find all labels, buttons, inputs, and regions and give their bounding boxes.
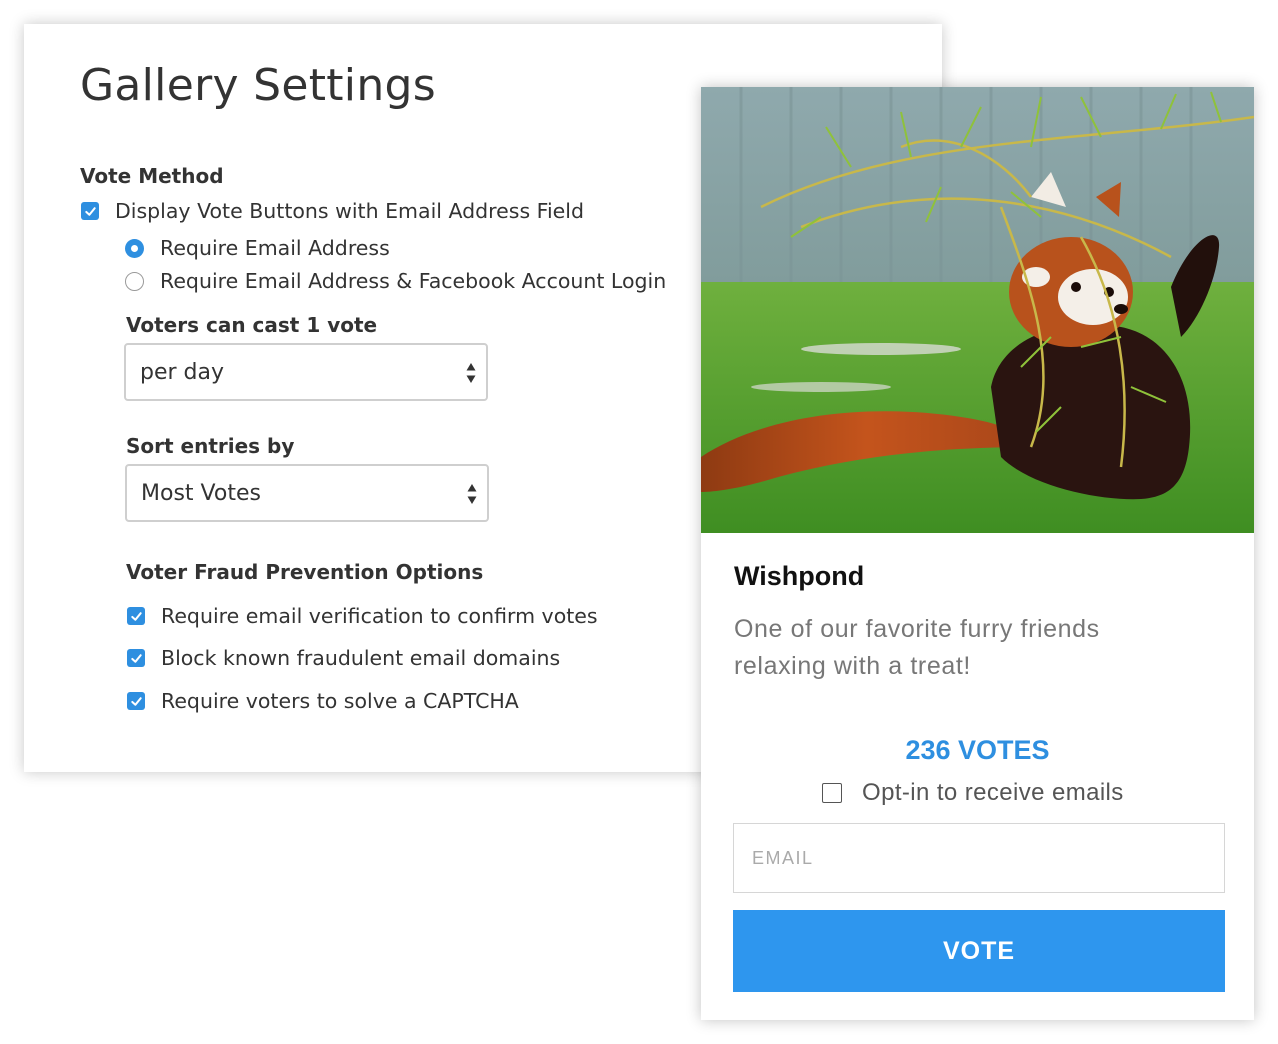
require-email-radio-option[interactable]: Require Email Address xyxy=(125,236,390,260)
checkbox-checked-icon[interactable] xyxy=(127,692,145,710)
checkbox-checked-icon[interactable] xyxy=(127,649,145,667)
email-field[interactable] xyxy=(733,823,1225,893)
fraud-option-label: Block known fraudulent email domains xyxy=(161,646,561,670)
fraud-option-email-verification[interactable]: Require email verification to confirm vo… xyxy=(127,604,598,628)
require-email-facebook-radio-option[interactable]: Require Email Address & Facebook Account… xyxy=(125,269,666,293)
page-title: Gallery Settings xyxy=(80,60,436,111)
fraud-prevention-label: Voter Fraud Prevention Options xyxy=(126,560,484,584)
radio-selected-icon[interactable] xyxy=(125,238,144,258)
require-email-label: Require Email Address xyxy=(160,236,390,260)
entry-description: One of our favorite furry friends relaxi… xyxy=(734,615,1100,680)
optin-emails-option[interactable]: Opt-in to receive emails xyxy=(822,779,1124,807)
optin-label: Opt-in to receive emails xyxy=(862,779,1124,806)
sort-entries-value: Most Votes xyxy=(141,480,261,506)
select-arrows-icon xyxy=(466,363,476,383)
checkbox-checked-icon[interactable] xyxy=(127,607,145,625)
fraud-option-label: Require voters to solve a CAPTCHA xyxy=(161,689,519,713)
require-email-facebook-label: Require Email Address & Facebook Account… xyxy=(160,269,667,293)
entry-title: Wishpond xyxy=(734,561,865,591)
red-panda-photo xyxy=(701,87,1254,533)
display-vote-buttons-option[interactable]: Display Vote Buttons with Email Address … xyxy=(81,199,584,223)
sort-entries-select[interactable]: Most Votes xyxy=(125,464,489,522)
vote-method-label: Vote Method xyxy=(80,164,224,188)
select-arrows-icon xyxy=(467,484,477,504)
fraud-option-label: Require email verification to confirm vo… xyxy=(161,604,598,628)
radio-unselected-icon[interactable] xyxy=(125,271,144,291)
vote-button[interactable]: VOTE xyxy=(733,910,1225,992)
fraud-option-captcha[interactable]: Require voters to solve a CAPTCHA xyxy=(127,689,519,713)
votes-per-value: per day xyxy=(140,359,225,385)
sort-entries-label: Sort entries by xyxy=(126,434,295,458)
entry-card: Wishpond One of our favorite furry frien… xyxy=(701,87,1254,1020)
checkbox-checked-icon[interactable] xyxy=(81,202,99,220)
vote-count: 236 VOTES xyxy=(905,735,1050,765)
votes-per-select[interactable]: per day xyxy=(124,343,488,401)
checkbox-unchecked-icon[interactable] xyxy=(822,783,842,803)
fraud-option-block-domains[interactable]: Block known fraudulent email domains xyxy=(127,646,560,670)
display-vote-buttons-label: Display Vote Buttons with Email Address … xyxy=(115,199,584,223)
votes-per-label: Voters can cast 1 vote xyxy=(126,313,378,337)
